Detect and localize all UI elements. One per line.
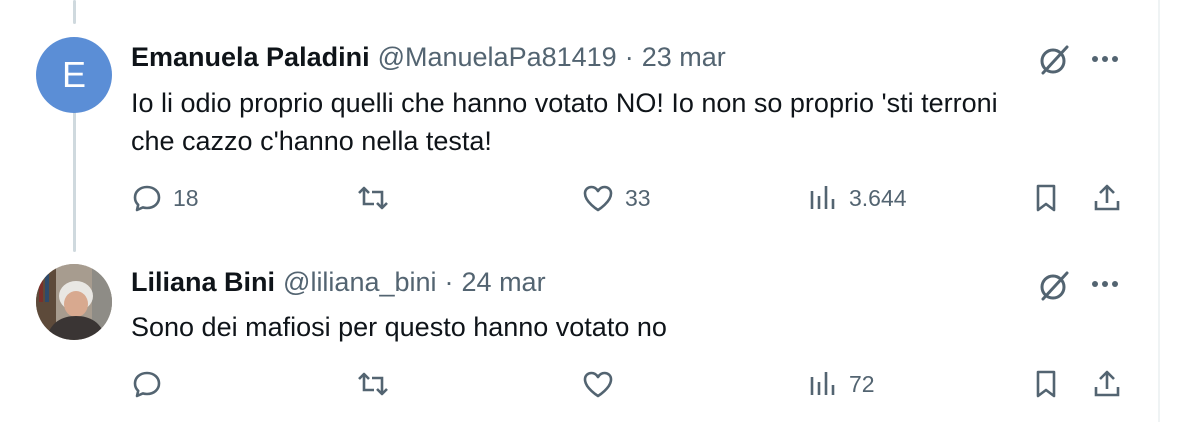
reply-icon bbox=[131, 182, 163, 214]
retweet-icon bbox=[355, 182, 391, 214]
views-count: 3.644 bbox=[849, 184, 907, 211]
views-button[interactable]: 3.644 bbox=[807, 182, 907, 214]
like-button[interactable]: 33 bbox=[581, 182, 651, 214]
share-button[interactable] bbox=[1091, 182, 1123, 214]
avatar[interactable] bbox=[36, 264, 112, 340]
views-count: 72 bbox=[849, 370, 875, 397]
tweet-date[interactable]: 23 mar bbox=[642, 42, 726, 73]
grok-icon[interactable] bbox=[1036, 268, 1072, 309]
reply-button[interactable]: 18 bbox=[131, 182, 199, 214]
tweet[interactable]: Liliana Bini @liliana_bini · 24 mar Sono… bbox=[0, 252, 1158, 422]
views-icon bbox=[807, 368, 839, 400]
share-button[interactable] bbox=[1091, 368, 1123, 400]
tweet-text: Io li odio proprio quelli che hanno vota… bbox=[131, 84, 1121, 160]
tweet[interactable]: E Emanuela Paladini @ManuelaPa81419 · 23… bbox=[0, 0, 1158, 252]
bookmark-icon bbox=[1031, 182, 1061, 214]
grok-icon[interactable] bbox=[1036, 42, 1072, 83]
author-name[interactable]: Liliana Bini bbox=[131, 267, 275, 298]
retweet-button[interactable] bbox=[355, 368, 401, 400]
tweet-header: Emanuela Paladini @ManuelaPa81419 · 23 m… bbox=[131, 42, 726, 73]
views-icon bbox=[807, 182, 839, 214]
bookmark-button[interactable] bbox=[1031, 368, 1061, 400]
retweet-icon bbox=[355, 368, 391, 400]
tweet-text: Sono dei mafiosi per questo hanno votato… bbox=[131, 308, 1121, 346]
tweet-text-line: Sono dei mafiosi per questo hanno votato… bbox=[131, 312, 667, 342]
tweet-header: Liliana Bini @liliana_bini · 24 mar bbox=[131, 267, 546, 298]
more-icon[interactable] bbox=[1088, 44, 1122, 79]
author-handle[interactable]: @liliana_bini bbox=[283, 267, 437, 298]
profile-photo bbox=[36, 264, 112, 340]
retweet-button[interactable] bbox=[355, 182, 401, 214]
share-icon bbox=[1091, 182, 1123, 214]
reply-icon bbox=[131, 368, 163, 400]
views-button[interactable]: 72 bbox=[807, 368, 875, 400]
tweet-text-line: Io li odio proprio quelli che hanno vota… bbox=[131, 88, 998, 118]
like-count: 33 bbox=[625, 184, 651, 211]
like-button[interactable] bbox=[581, 368, 625, 400]
separator-dot: · bbox=[444, 267, 454, 297]
more-icon[interactable] bbox=[1088, 269, 1122, 304]
action-bar: 72 bbox=[131, 368, 1131, 408]
avatar[interactable]: E bbox=[36, 37, 112, 113]
separator-dot: · bbox=[624, 42, 634, 72]
bookmark-icon bbox=[1031, 368, 1061, 400]
reply-count: 18 bbox=[173, 184, 199, 211]
column-border bbox=[1158, 0, 1160, 422]
tweet-text-line: che cazzo c'hanno nella testa! bbox=[131, 126, 492, 156]
like-icon bbox=[581, 368, 615, 400]
author-name[interactable]: Emanuela Paladini bbox=[131, 42, 370, 73]
like-icon bbox=[581, 182, 615, 214]
reply-button[interactable] bbox=[131, 368, 173, 400]
bookmark-button[interactable] bbox=[1031, 182, 1061, 214]
tweet-date[interactable]: 24 mar bbox=[462, 267, 546, 298]
action-bar: 18 33 3.644 bbox=[131, 182, 1131, 222]
avatar-letter: E bbox=[61, 54, 86, 95]
author-handle[interactable]: @ManuelaPa81419 bbox=[378, 42, 617, 73]
share-icon bbox=[1091, 368, 1123, 400]
